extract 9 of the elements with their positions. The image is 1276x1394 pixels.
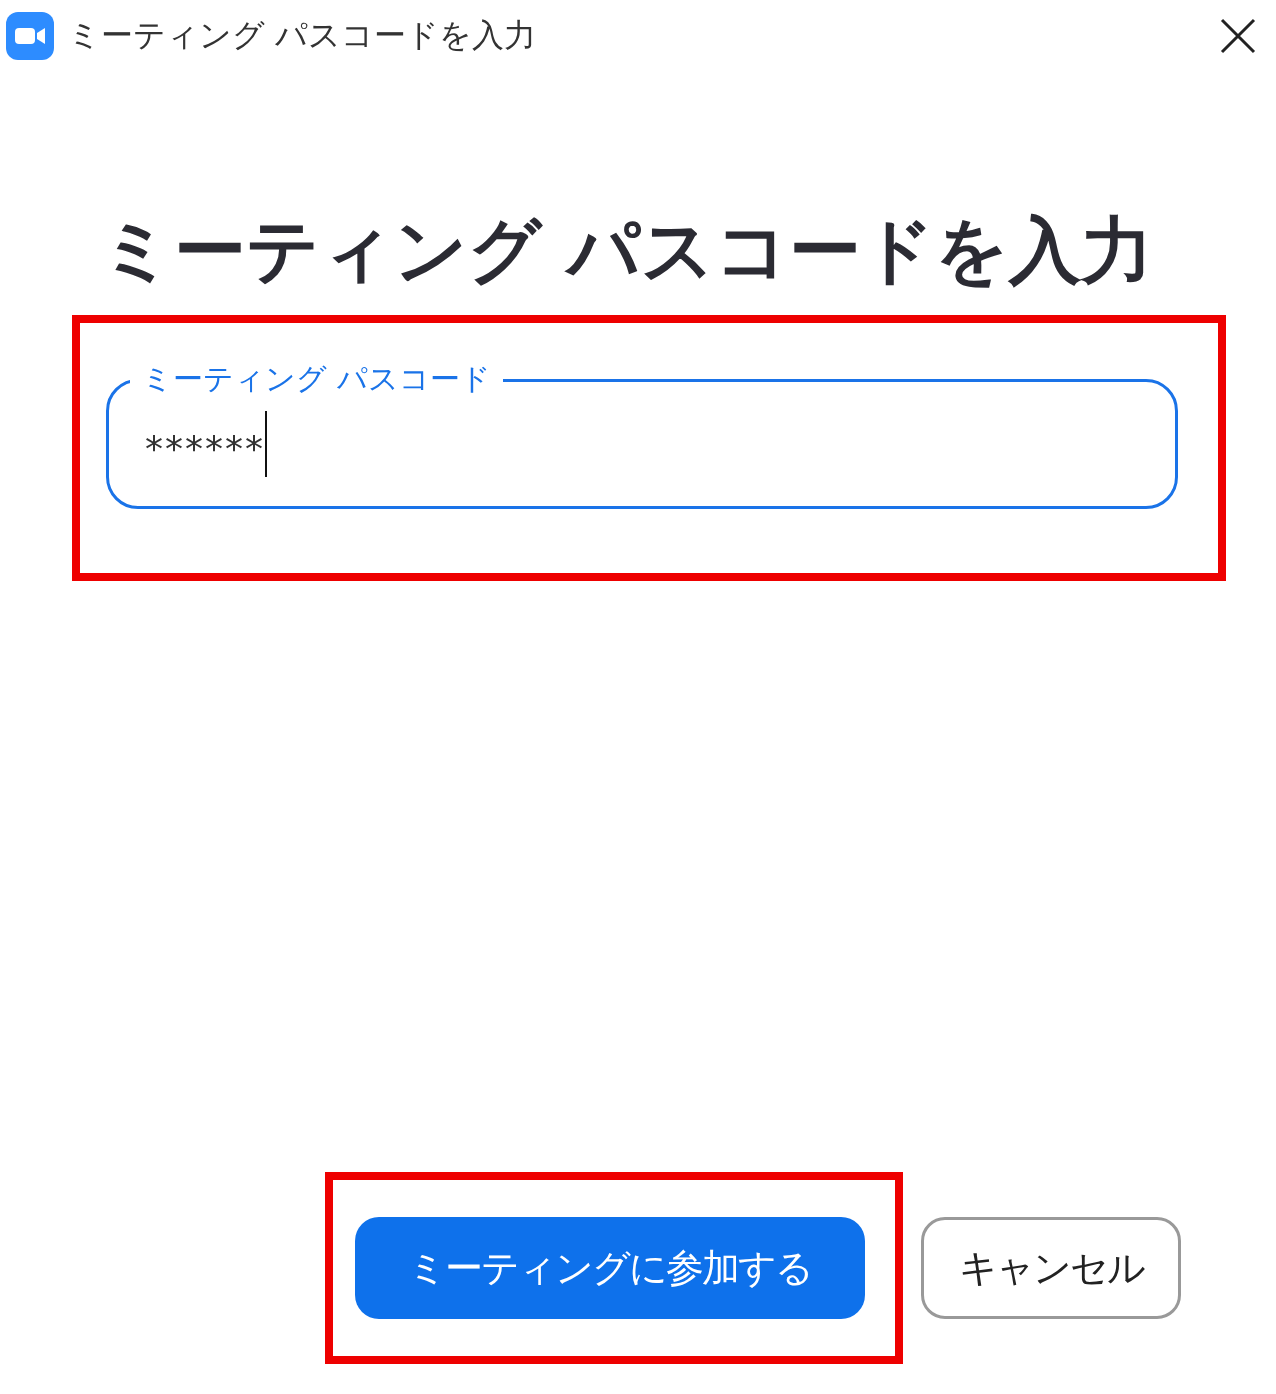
cancel-button[interactable]: キャンセル xyxy=(921,1217,1181,1319)
dialog-heading: ミーティング パスコードを入力 xyxy=(100,207,1155,294)
close-icon[interactable] xyxy=(1220,18,1256,54)
passcode-field[interactable]: ミーティング パスコード ****** xyxy=(106,351,1178,510)
window-title: ミーティング パスコードを入力 xyxy=(68,15,538,56)
text-cursor-icon xyxy=(265,411,267,478)
field-value: ****** xyxy=(145,427,265,469)
join-button[interactable]: ミーティングに参加する xyxy=(355,1217,865,1319)
video-camera-icon xyxy=(6,12,54,60)
